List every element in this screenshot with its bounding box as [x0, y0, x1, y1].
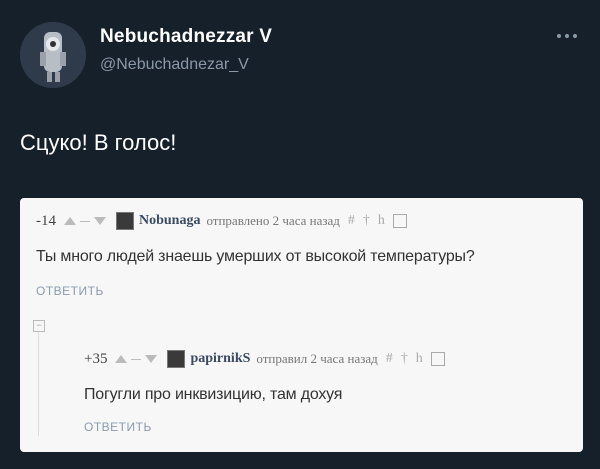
downvote-icon[interactable] — [145, 355, 158, 363]
upvote-icon[interactable] — [64, 217, 76, 225]
vote-divider — [131, 358, 142, 360]
reply-link[interactable]: ОТВЕТИТЬ — [84, 420, 152, 434]
hash-icon[interactable]: # — [386, 351, 393, 367]
more-horizontal-icon[interactable] — [554, 28, 580, 44]
comment-timestamp: отправил 2 часа назад — [256, 351, 378, 366]
hash-icon[interactable]: # — [348, 213, 355, 229]
attached-screenshot[interactable]: -14 Nobunaga отправлено 2 часа назад # †… — [20, 198, 583, 452]
pin-icon[interactable]: † — [363, 213, 370, 229]
comment-header: +35 papirnikS отправил 2 часа назад # † … — [84, 350, 445, 368]
comment-score: +35 — [84, 350, 108, 367]
thread-line — [38, 332, 39, 436]
comment-username[interactable]: papirnikS — [190, 351, 250, 367]
comment-text: Ты много людей знаешь умерших от высокой… — [36, 248, 475, 265]
user-avatar[interactable] — [167, 350, 186, 368]
collapse-thread-icon[interactable]: − — [33, 320, 45, 332]
h-icon[interactable]: h — [416, 351, 423, 367]
comment-timestamp: отправлено 2 часа назад — [206, 213, 340, 228]
user-avatar[interactable] — [116, 212, 134, 230]
reply-link[interactable]: ОТВЕТИТЬ — [36, 284, 104, 298]
avatar[interactable] — [20, 22, 86, 88]
vote-controls[interactable] — [64, 217, 106, 225]
comment-username[interactable]: Nobunaga — [139, 213, 200, 229]
save-icon[interactable] — [392, 214, 407, 228]
user-handle[interactable]: @Nebuchadnezar_V — [100, 56, 249, 74]
tweet-text: Сцуко! В голос! — [20, 130, 177, 155]
downvote-icon[interactable] — [94, 217, 106, 225]
comment-header: -14 Nobunaga отправлено 2 часа назад # †… — [36, 212, 407, 230]
upvote-icon[interactable] — [115, 355, 128, 363]
comment-score: -14 — [36, 212, 56, 229]
vote-divider — [80, 220, 90, 222]
pin-icon[interactable]: † — [401, 351, 408, 367]
display-name[interactable]: Nebuchadnezzar V — [100, 26, 272, 48]
h-icon[interactable]: h — [378, 213, 385, 229]
save-icon[interactable] — [430, 352, 445, 366]
vote-controls[interactable] — [115, 355, 158, 363]
comment-text: Погугли про инквизицию, там дохуя — [84, 386, 343, 403]
